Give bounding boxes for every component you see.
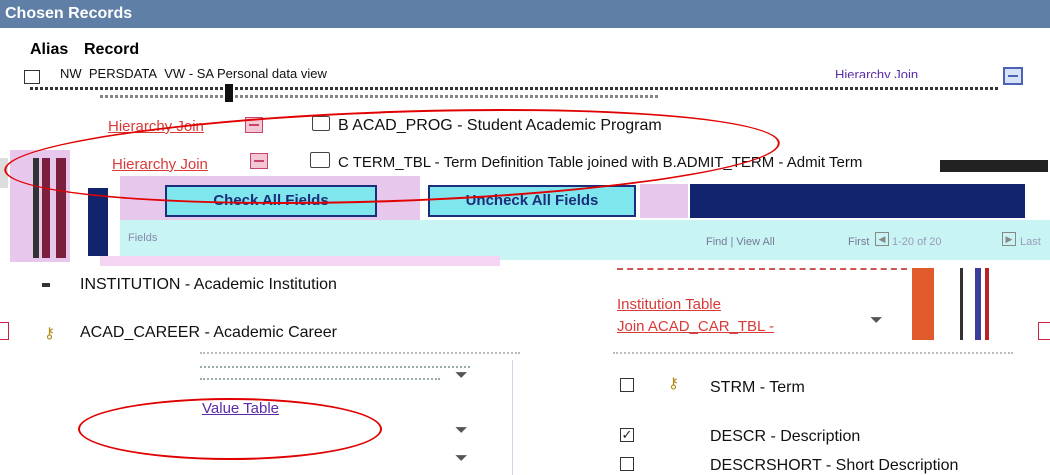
field-descr: DESCR - Description bbox=[710, 428, 861, 445]
funnel-plus-icon[interactable]: ⏷ bbox=[455, 450, 468, 468]
strm-checkbox[interactable] bbox=[620, 378, 634, 392]
record-a-text: NW_PERSDATA_VW - SA Personal data view bbox=[60, 66, 327, 78]
garbled-text-artifact bbox=[617, 264, 917, 274]
field-descrshort: DESCRSHORT - Short Description bbox=[710, 457, 959, 474]
artifact-block bbox=[1038, 322, 1050, 340]
paging-text: 1-20 of 20 bbox=[892, 236, 942, 248]
chosen-records-header: Chosen Records bbox=[0, 0, 1050, 28]
funnel-plus-icon[interactable]: ⏷ bbox=[870, 312, 883, 330]
last-link[interactable]: Last bbox=[1020, 236, 1041, 248]
artifact-block bbox=[100, 256, 500, 266]
key-icon: ⚷ bbox=[668, 375, 679, 392]
artifact-line bbox=[613, 352, 1013, 356]
record-column-header: Record bbox=[84, 41, 140, 58]
artifact-block bbox=[960, 268, 1003, 340]
next-page-icon[interactable]: ▶ bbox=[1002, 232, 1016, 246]
record-a-join-link[interactable]: Hierarchy Join bbox=[835, 66, 990, 78]
scanline-artifact bbox=[30, 87, 1000, 90]
find-view-all-link[interactable]: Find | View All bbox=[706, 236, 775, 248]
artifact-block bbox=[640, 184, 688, 218]
funnel-plus-icon[interactable]: ⏷ bbox=[455, 367, 468, 385]
artifact-bar bbox=[225, 84, 233, 102]
field-strm: STRM - Term bbox=[710, 379, 805, 396]
artifact-bar bbox=[42, 283, 50, 287]
artifact-block bbox=[0, 322, 9, 340]
key-icon: ⚷ bbox=[44, 325, 55, 342]
first-link[interactable]: First bbox=[848, 236, 869, 248]
artifact-bar bbox=[88, 188, 108, 256]
fields-grid-title: Fields bbox=[128, 232, 158, 244]
column-divider bbox=[512, 360, 513, 475]
institution-table-link[interactable]: Institution Table bbox=[617, 296, 721, 314]
artifact-bar bbox=[912, 268, 934, 340]
garbled-text-artifact bbox=[200, 362, 480, 390]
field-institution: INSTITUTION - Academic Institution bbox=[80, 276, 337, 293]
scanline-artifact bbox=[100, 95, 660, 98]
remove-record-a-button[interactable] bbox=[1003, 67, 1023, 85]
annotation-ellipse bbox=[78, 398, 382, 460]
descrshort-checkbox[interactable] bbox=[620, 457, 634, 471]
folder-icon bbox=[24, 70, 40, 84]
alias-column-header: Alias bbox=[30, 41, 69, 58]
funnel-plus-icon[interactable]: ⏷ bbox=[455, 422, 468, 440]
previous-page-icon[interactable]: ◀ bbox=[875, 232, 889, 246]
descr-checkbox[interactable]: ✓ bbox=[620, 428, 634, 442]
artifact-bar bbox=[940, 160, 1048, 172]
artifact-line bbox=[200, 352, 520, 356]
artifact-bar bbox=[690, 184, 1025, 218]
join-acad-car-tbl-link[interactable]: Join ACAD_CAR_TBL - bbox=[617, 318, 774, 336]
field-acad-career: ACAD_CAREER - Academic Career bbox=[80, 324, 337, 341]
